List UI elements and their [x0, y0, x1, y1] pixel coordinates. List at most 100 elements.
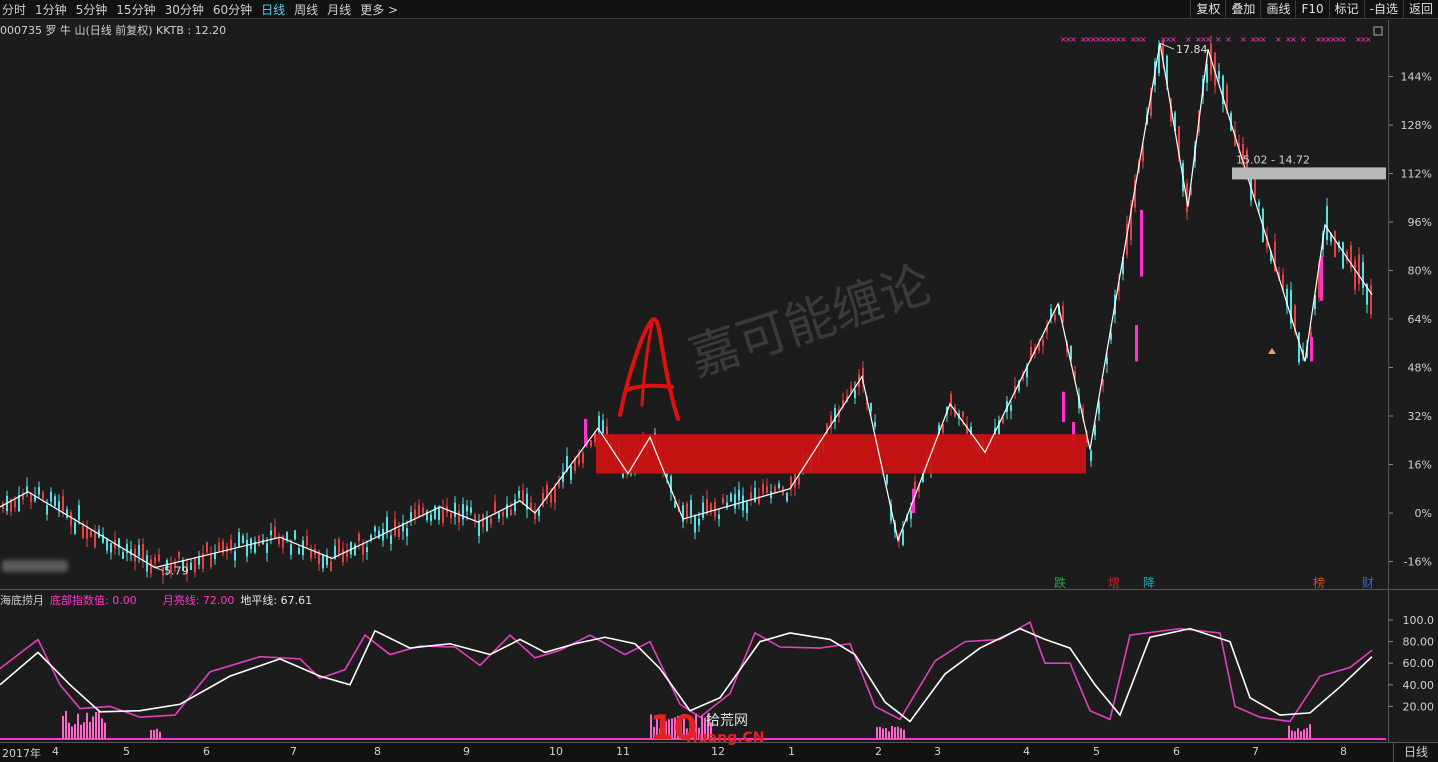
site-logo: 10 拾荒网 Huang.CN: [650, 708, 790, 750]
bottom-index-bar: [74, 724, 76, 739]
y-axis-label: 144%: [1401, 71, 1432, 84]
candle-body: [474, 514, 476, 521]
bottom-index-bar: [86, 712, 88, 739]
bottom-index-bar: [77, 713, 79, 739]
candle-body: [62, 496, 64, 512]
highlight-zone: [596, 434, 1086, 474]
candle-body: [390, 535, 392, 544]
date-axis-label: 10: [549, 745, 563, 758]
signal-x-marker: ×: [1290, 35, 1297, 44]
tab-daily[interactable]: 日线: [261, 1, 285, 18]
candle-body: [290, 544, 292, 555]
candle-body: [466, 505, 468, 512]
tab-30min[interactable]: 30分钟: [165, 1, 204, 18]
candle-body: [438, 508, 440, 520]
bottom-index-bar: [101, 718, 103, 739]
back-button[interactable]: 返回: [1402, 0, 1438, 19]
candle-body: [386, 516, 388, 533]
candle-body: [410, 512, 412, 521]
signal-x-marker: ×: [1225, 35, 1232, 44]
period-label[interactable]: 日线: [1392, 743, 1438, 762]
candle-body: [798, 477, 800, 485]
candle-body: [46, 505, 48, 515]
indicator-axis-label: 40.00: [1403, 679, 1435, 692]
bottom-index-bar: [153, 730, 155, 739]
overlay-button[interactable]: 叠加: [1225, 0, 1260, 19]
candle-body: [490, 518, 492, 525]
date-axis-label: 5: [1093, 745, 1100, 758]
period-toolbar: 分时 1分钟 5分钟 15分钟 30分钟 60分钟 日线 周线 月线 更多 > …: [0, 0, 1438, 19]
candle-body: [198, 557, 200, 565]
handwritten-a-annotation: [618, 317, 680, 421]
candle-body: [190, 562, 192, 570]
indicator-axis-label: 20.00: [1403, 700, 1435, 713]
bottom-index-bar: [62, 715, 64, 739]
candle-body: [1054, 314, 1056, 321]
candle-body: [274, 526, 276, 539]
candle-body: [494, 501, 496, 513]
tab-intraday[interactable]: 分时: [2, 1, 26, 18]
bottom-index-bar: [98, 709, 100, 739]
draw-line-button[interactable]: 画线: [1260, 0, 1295, 19]
adjust-price-button[interactable]: 复权: [1190, 0, 1225, 19]
tab-more[interactable]: 更多 >: [360, 1, 398, 18]
candle-body: [722, 497, 724, 504]
bottom-index-bar: [83, 722, 85, 739]
candle-body: [498, 512, 500, 519]
candle-body: [766, 486, 768, 493]
indicator-axis-label: 60.00: [1403, 657, 1435, 670]
bottom-index-bar: [894, 727, 896, 739]
tab-5min[interactable]: 5分钟: [76, 1, 108, 18]
candle-body: [238, 532, 240, 548]
candle-body: [286, 532, 288, 540]
f10-button[interactable]: F10: [1295, 0, 1328, 19]
candle-body: [434, 506, 436, 520]
candle-body: [854, 390, 856, 399]
candle-body: [510, 509, 512, 516]
candle-body: [330, 561, 332, 572]
candle-body: [754, 487, 756, 502]
tab-15min[interactable]: 15分钟: [116, 1, 155, 18]
panel-checkbox: [1373, 26, 1383, 36]
candlestick-chart[interactable]: 144% 128% 112% 96% 80% 64% 48% 32% 16% 0% -16% 15.0…: [0, 20, 1438, 589]
candle-body: [106, 538, 108, 551]
bottom-index-bar: [897, 726, 899, 739]
tab-1min[interactable]: 1分钟: [35, 1, 67, 18]
mark-button[interactable]: 标记: [1328, 0, 1364, 19]
candle-body: [142, 543, 144, 561]
candle-body: [450, 512, 452, 519]
tab-monthly[interactable]: 月线: [327, 1, 351, 18]
candle-body: [730, 493, 732, 502]
bottom-index-bar: [879, 726, 881, 739]
signal-x-marker: ×: [1240, 35, 1247, 44]
candle-body: [738, 489, 740, 501]
candle-body: [322, 554, 324, 569]
low-price-label: 5.79: [164, 565, 189, 578]
candle-body: [762, 484, 764, 494]
bottom-index-bar: [885, 727, 887, 739]
remove-watchlist-button[interactable]: -自选: [1363, 0, 1403, 19]
candle-body: [178, 552, 180, 558]
y-axis-label: 64%: [1408, 313, 1432, 326]
signal-x-marker: ×: [1340, 35, 1347, 44]
candle-body: [194, 557, 196, 573]
tab-60min[interactable]: 60分钟: [213, 1, 252, 18]
candle-body: [778, 483, 780, 489]
tab-weekly[interactable]: 周线: [294, 1, 318, 18]
candle-body: [158, 554, 160, 562]
candle-body: [1010, 405, 1012, 412]
bottom-index-bar: [104, 722, 106, 739]
candle-body: [298, 548, 300, 554]
candle-body: [1090, 450, 1092, 462]
date-axis-label: 4: [1023, 745, 1030, 758]
peak-price-label: 17.84: [1176, 43, 1208, 56]
candle-body: [590, 440, 592, 447]
date-axis-label: 11: [616, 745, 630, 758]
candle-body: [486, 517, 488, 532]
y-axis-label: 16%: [1408, 459, 1432, 472]
candle-body: [1334, 231, 1336, 258]
indicator-axis-label: 100.0: [1403, 614, 1435, 627]
signal-candle: [1135, 325, 1138, 362]
candle-body: [530, 502, 532, 510]
bottom-index-bar: [159, 731, 161, 739]
